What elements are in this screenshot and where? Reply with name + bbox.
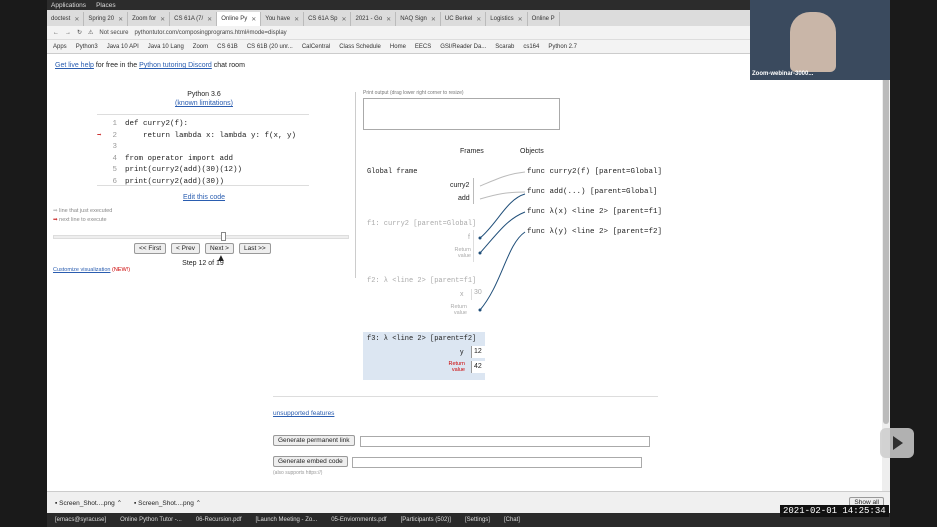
chevron-up-icon[interactable]: ⌃: [117, 500, 122, 507]
bookmark[interactable]: Python 2.7: [548, 44, 577, 50]
pointer-arrow: [479, 231, 526, 311]
close-tab-icon[interactable]: ✕: [341, 16, 346, 23]
file-icon: ▪: [55, 499, 58, 507]
browser-tab[interactable]: Online P: [528, 12, 560, 26]
unsupported-features-link[interactable]: unsupported features: [273, 410, 334, 417]
page-scrollbar[interactable]: [882, 54, 890, 491]
recording-timestamp: 2021-02-01 14:25:34: [780, 505, 889, 517]
browser-tab[interactable]: NAQ Sign ✕: [396, 12, 441, 26]
taskbar-item[interactable]: [Participants (502)]: [401, 517, 451, 523]
browser-tab[interactable]: 2021 - Go ✕: [351, 12, 397, 26]
bookmark[interactable]: CS 61B (20 unr...: [247, 44, 293, 50]
https-note: (also supports https://): [273, 470, 323, 476]
close-tab-icon[interactable]: ✕: [160, 16, 165, 23]
browser-tab[interactable]: doctest ✕: [47, 12, 85, 26]
browser-tab[interactable]: Zoom for ✕: [128, 12, 171, 26]
taskbar-item[interactable]: 06-Recursion.pdf: [196, 517, 242, 523]
divider: [273, 396, 658, 397]
pointer-arrow: [479, 211, 526, 254]
play-icon[interactable]: [880, 428, 914, 458]
bookmark[interactable]: CalCentral: [302, 44, 330, 50]
security-status: Not secure: [99, 29, 129, 36]
close-tab-icon[interactable]: ✕: [118, 16, 123, 23]
taskbar-item[interactable]: [Settings]: [465, 517, 490, 523]
bookmark[interactable]: EECS: [415, 44, 431, 50]
file-icon: ▪: [134, 499, 137, 507]
download-item[interactable]: ▪ Screen_Shot....png ⌃: [134, 499, 201, 507]
security-warning-icon: ⚠: [88, 30, 94, 36]
speaker-video: [790, 12, 836, 72]
bookmark[interactable]: GSI/Reader Da...: [440, 44, 486, 50]
close-tab-icon[interactable]: ✕: [386, 16, 391, 23]
scrollbar-thumb[interactable]: [883, 64, 889, 424]
pointer-arrow: [479, 191, 526, 200]
close-tab-icon[interactable]: ✕: [74, 16, 79, 23]
os-taskbar: [emacs@syracuse] Online Python Tutor -..…: [47, 513, 890, 527]
zoom-video-overlay: Zoom-webinar-3000...: [750, 0, 890, 80]
downloads-bar: ▪ Screen_Shot....png ⌃ ▪ Screen_Shot....…: [47, 491, 890, 513]
embed-code-field[interactable]: [352, 457, 642, 468]
taskbar-item[interactable]: Online Python Tutor -...: [120, 517, 182, 523]
permanent-link-field[interactable]: [360, 436, 650, 447]
generate-permanent-link-button[interactable]: Generate permanent link: [273, 435, 355, 446]
browser-tab[interactable]: CS 61A Sp ✕: [304, 12, 352, 26]
pointer-arrow: [479, 193, 526, 239]
os-menu-places[interactable]: Places: [96, 2, 116, 9]
browser-tab[interactable]: Spring 20 ✕: [84, 12, 129, 26]
bookmark[interactable]: cs164: [523, 44, 539, 50]
close-tab-icon[interactable]: ✕: [476, 16, 481, 23]
close-tab-icon[interactable]: ✕: [207, 16, 212, 23]
bookmark[interactable]: CS 61B: [217, 44, 238, 50]
pointer-arrow: [479, 171, 526, 187]
browser-tab[interactable]: CS 61A (7/✕: [170, 12, 218, 26]
bookmark-apps[interactable]: Apps: [53, 44, 67, 50]
reload-icon[interactable]: ↻: [77, 29, 82, 36]
bookmark[interactable]: Scarab: [495, 44, 514, 50]
python-tutor-page: Get live help for free in the Python tut…: [47, 54, 882, 491]
pointer-arrows: [478, 171, 526, 312]
bookmark[interactable]: Class Schedule: [339, 44, 381, 50]
browser-tab-active[interactable]: Online Py ✕: [217, 12, 262, 26]
url-field[interactable]: pythontutor.com/composingprograms.html#m…: [134, 30, 286, 36]
taskbar-item[interactable]: 05-Enviornments.pdf: [331, 517, 386, 523]
back-arrow-icon[interactable]: ←: [53, 30, 59, 36]
bookmark[interactable]: Home: [390, 44, 406, 50]
browser-tab[interactable]: Logistics ✕: [486, 12, 528, 26]
bookmark[interactable]: Java 10 API: [107, 44, 139, 50]
bookmark[interactable]: Python3: [76, 44, 98, 50]
forward-arrow-icon[interactable]: →: [65, 30, 71, 36]
taskbar-item[interactable]: [Chat]: [504, 517, 520, 523]
taskbar-item[interactable]: [emacs@syracuse]: [55, 517, 106, 523]
bookmark[interactable]: Java 10 Lang: [148, 44, 184, 50]
chevron-up-icon[interactable]: ⌃: [196, 500, 201, 507]
close-tab-icon[interactable]: ✕: [251, 16, 256, 23]
browser-tab[interactable]: You have ✕: [261, 12, 305, 26]
close-tab-icon[interactable]: ✕: [294, 16, 299, 23]
video-participant-name: Zoom-webinar-3000...: [752, 71, 814, 77]
taskbar-item[interactable]: [Launch Meeting - Zo...: [256, 517, 318, 523]
bookmark[interactable]: Zoom: [193, 44, 208, 50]
generate-embed-code-button[interactable]: Generate embed code: [273, 456, 348, 467]
os-menu-applications[interactable]: Applications: [51, 2, 86, 9]
mouse-cursor-icon: ▲: [216, 253, 226, 264]
browser-tab[interactable]: UC Berkel ✕: [441, 12, 487, 26]
close-tab-icon[interactable]: ✕: [431, 16, 436, 23]
download-item[interactable]: ▪ Screen_Shot....png ⌃: [55, 499, 122, 507]
close-tab-icon[interactable]: ✕: [518, 16, 523, 23]
